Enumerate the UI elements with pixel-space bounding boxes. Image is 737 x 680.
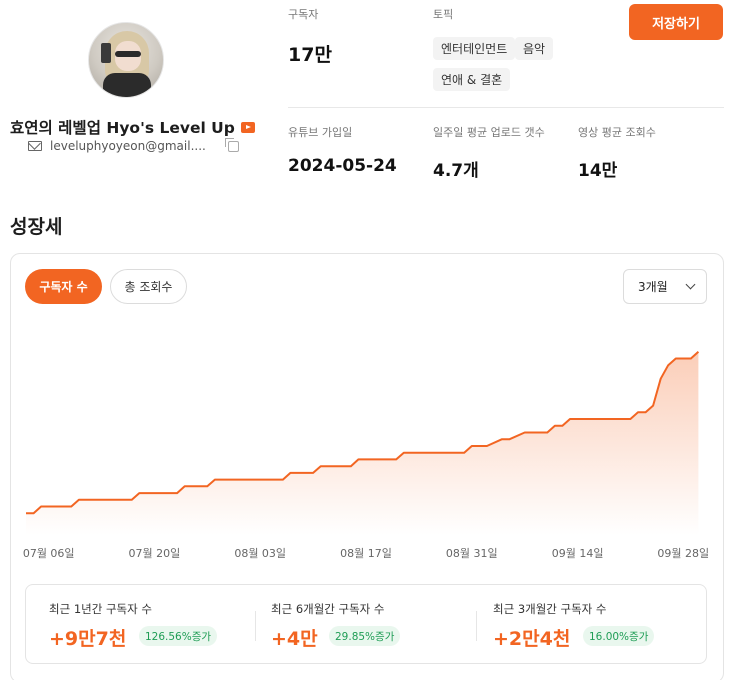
summary-3months-value: +2만4천: [493, 628, 571, 650]
summary-3months-change-badge: 16.00%증가: [583, 626, 655, 646]
summary-3months-label: 최근 3개월간 구독자 수: [493, 602, 607, 616]
x-tick-label: 08월 03일: [234, 547, 287, 560]
subscriber-chart: [26, 350, 700, 535]
series-area: [26, 351, 699, 535]
summary-year-label: 최근 1년간 구독자 수: [49, 602, 152, 616]
x-tick-label: 07월 20일: [128, 547, 181, 560]
x-tick-label: 08월 31일: [445, 547, 498, 560]
summary-box: [25, 584, 707, 664]
summary-6months-value: +4만: [271, 628, 318, 650]
summary-divider: [255, 611, 256, 641]
x-tick-label: 09월 14일: [551, 547, 604, 560]
x-tick-label: 07월 06일: [22, 547, 75, 560]
summary-year-change-badge: 126.56%증가: [139, 626, 218, 646]
x-tick-label: 09월 28일: [657, 547, 710, 560]
x-tick-label: 08월 17일: [340, 547, 392, 560]
summary-year-value: +9만7천: [49, 628, 127, 650]
summary-divider: [476, 611, 477, 641]
summary-6months-change-badge: 29.85%증가: [329, 626, 401, 646]
summary-6months-label: 최근 6개월간 구독자 수: [271, 602, 385, 616]
